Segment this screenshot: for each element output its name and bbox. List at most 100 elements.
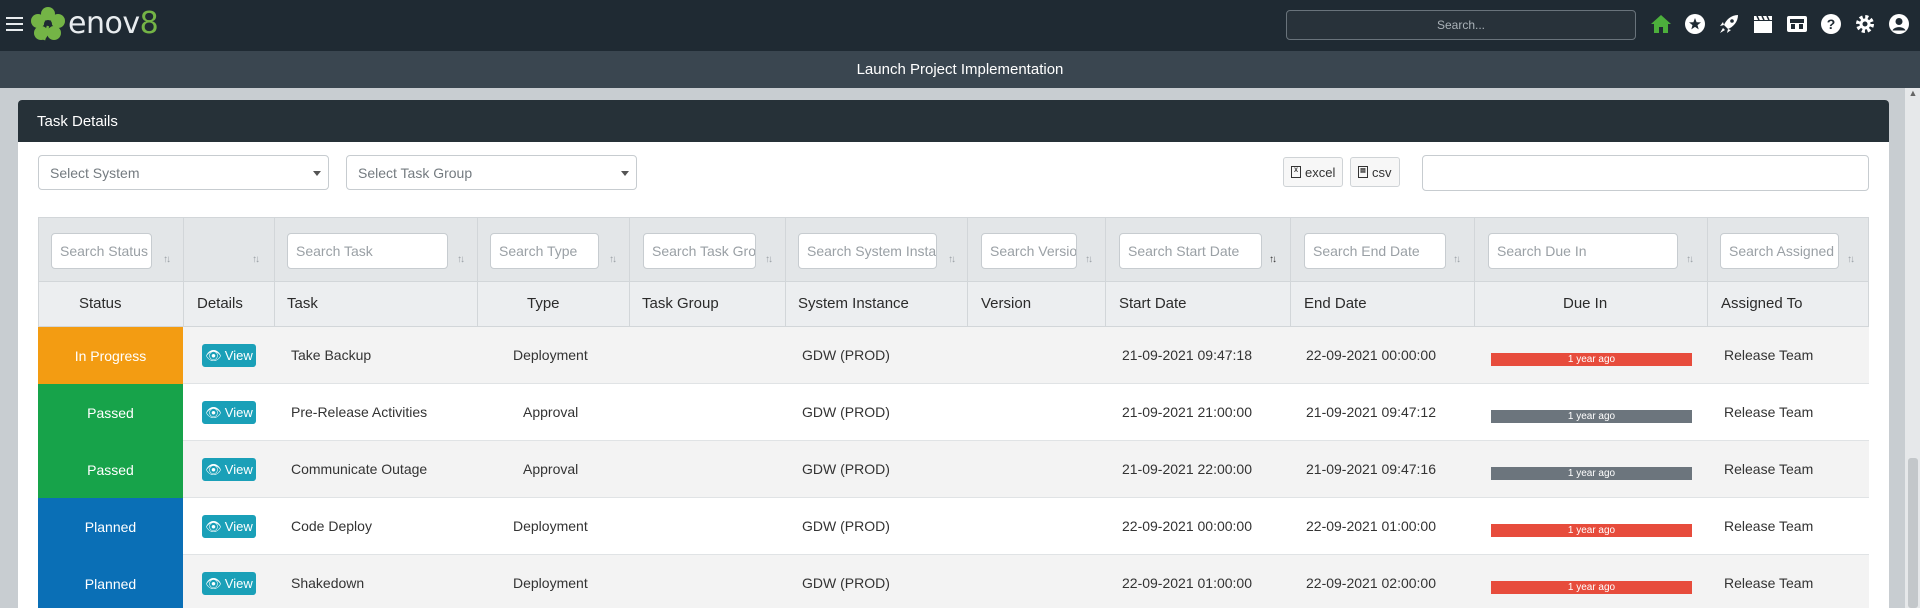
sort-icon[interactable]: ↑↓ <box>609 254 617 265</box>
eye-icon: 👁 <box>205 575 222 591</box>
search-version-input[interactable]: Search Version <box>981 233 1077 269</box>
select-system-dropdown[interactable]: Select System <box>38 155 329 190</box>
search-start-date-input[interactable]: Search Start Date <box>1119 233 1262 269</box>
logo-text-accent: 8 <box>139 6 159 41</box>
column-search-row: Search Status ↑↓ ↑↓ Search Task ↑↓ Searc… <box>38 217 1869 282</box>
search-due-in-input[interactable]: Search Due In <box>1488 233 1678 269</box>
svg-text:?: ? <box>1827 16 1836 32</box>
assigned-to-cell: Release Team <box>1724 404 1814 420</box>
page-scrollbar-thumb[interactable] <box>1908 458 1918 608</box>
type-cell: Deployment <box>513 575 588 591</box>
view-label: View <box>224 519 253 534</box>
header-end-date[interactable]: End Date <box>1304 295 1367 312</box>
search-end-date-placeholder: Search End Date <box>1313 243 1420 259</box>
sort-ascending-icon[interactable]: ↑↓ <box>1269 254 1277 265</box>
header-details[interactable]: Details <box>197 295 243 312</box>
home-icon[interactable] <box>1650 12 1672 36</box>
task-cell: Pre-Release Activities <box>291 404 428 420</box>
export-excel-label: excel <box>1305 164 1336 180</box>
status-badge: Planned <box>38 555 183 608</box>
search-task-group-placeholder: Search Task Group <box>652 243 756 259</box>
global-search-input[interactable]: Search... <box>1286 10 1636 40</box>
view-details-button[interactable]: 👁 View <box>202 344 256 367</box>
sort-icon[interactable]: ↑↓ <box>252 254 260 265</box>
table-row[interactable]: Planned 👁 View Code Deploy Deployment GDW… <box>38 498 1869 555</box>
search-version-placeholder: Search Version <box>990 243 1077 259</box>
sort-icon[interactable]: ↑↓ <box>163 254 171 265</box>
due-in-badge: 1 year ago <box>1491 581 1692 594</box>
search-assigned-to-placeholder: Search Assigned To <box>1729 243 1838 259</box>
view-details-button[interactable]: 👁 View <box>202 572 256 595</box>
header-due-in[interactable]: Due In <box>1563 295 1607 312</box>
header-task-group[interactable]: Task Group <box>642 295 719 312</box>
export-excel-button[interactable]: X excel <box>1283 157 1344 187</box>
sort-icon[interactable]: ↑↓ <box>765 254 773 265</box>
sort-icon[interactable]: ↑↓ <box>1453 254 1461 265</box>
clapperboard-icon[interactable] <box>1752 12 1774 36</box>
table-row[interactable]: Planned 👁 View Shakedown Deployment GDW (… <box>38 555 1869 608</box>
eye-icon: 👁 <box>205 404 222 420</box>
table-row[interactable]: Passed 👁 View Pre-Release Activities Appr… <box>38 384 1869 441</box>
task-cell: Code Deploy <box>291 518 372 534</box>
header-task[interactable]: Task <box>287 295 318 312</box>
scroll-up-icon[interactable]: ▲ <box>1908 88 1918 100</box>
search-system-instance-placeholder: Search System Instance <box>807 243 937 259</box>
header-system-instance[interactable]: System Instance <box>798 295 909 312</box>
search-status-input[interactable]: Search Status <box>51 233 152 269</box>
search-assigned-to-input[interactable]: Search Assigned To <box>1720 233 1839 269</box>
column-divider <box>183 217 184 327</box>
type-cell: Approval <box>523 404 579 420</box>
sort-icon[interactable]: ↑↓ <box>1085 254 1093 265</box>
header-start-date[interactable]: Start Date <box>1119 295 1187 312</box>
enov8-logo[interactable]: enov8 <box>30 6 159 42</box>
user-icon[interactable] <box>1888 12 1910 36</box>
search-end-date-input[interactable]: Search End Date <box>1304 233 1446 269</box>
start-date-cell: 21-09-2021 22:00:00 <box>1122 461 1252 477</box>
search-type-input[interactable]: Search Type <box>490 233 599 269</box>
system-instance-cell: GDW (PROD) <box>802 461 890 477</box>
table-row[interactable]: In Progress 👁 View Take Backup Deployment… <box>38 327 1869 384</box>
header-status[interactable]: Status <box>79 295 122 312</box>
id-card-icon[interactable] <box>1786 12 1808 36</box>
search-system-instance-input[interactable]: Search System Instance <box>798 233 937 269</box>
table-row[interactable]: Passed 👁 View Communicate Outage Approval… <box>38 441 1869 498</box>
view-details-button[interactable]: 👁 View <box>202 401 256 424</box>
start-date-cell: 22-09-2021 01:00:00 <box>1122 575 1252 591</box>
view-details-button[interactable]: 👁 View <box>202 458 256 481</box>
view-details-button[interactable]: 👁 View <box>202 515 256 538</box>
panel-title: Task Details <box>37 112 118 130</box>
search-task-group-input[interactable]: Search Task Group <box>643 233 756 269</box>
menu-icon[interactable] <box>6 15 23 33</box>
due-in-label: 1 year ago <box>1567 354 1616 365</box>
assigned-to-cell: Release Team <box>1724 575 1814 591</box>
export-csv-button[interactable]: ▤ csv <box>1350 157 1400 187</box>
view-label: View <box>224 405 253 420</box>
eye-icon: 👁 <box>205 347 222 363</box>
assigned-to-cell: Release Team <box>1724 461 1814 477</box>
type-cell: Deployment <box>513 518 588 534</box>
status-badge: Planned <box>38 498 183 555</box>
due-in-label: 1 year ago <box>1567 411 1616 422</box>
search-placeholder: Search... <box>1436 18 1486 32</box>
table-filter-input[interactable] <box>1422 155 1869 191</box>
sort-icon[interactable]: ↑↓ <box>1847 254 1855 265</box>
assigned-to-cell: Release Team <box>1724 518 1814 534</box>
help-icon[interactable]: ? <box>1820 12 1842 36</box>
select-task-group-dropdown[interactable]: Select Task Group <box>346 155 637 190</box>
star-icon[interactable] <box>1684 12 1706 36</box>
sort-icon[interactable]: ↑↓ <box>457 254 465 265</box>
sort-icon[interactable]: ↑↓ <box>948 254 956 265</box>
eye-icon: 👁 <box>205 461 222 477</box>
header-type[interactable]: Type <box>527 295 560 312</box>
gear-icon[interactable] <box>1854 12 1876 36</box>
due-in-label: 1 year ago <box>1567 582 1616 593</box>
rocket-icon[interactable] <box>1718 12 1740 36</box>
start-date-cell: 21-09-2021 09:47:18 <box>1122 347 1252 363</box>
header-assigned-to[interactable]: Assigned To <box>1721 295 1802 312</box>
header-version[interactable]: Version <box>981 295 1031 312</box>
select-task-group-label: Select Task Group <box>358 164 473 181</box>
search-task-input[interactable]: Search Task <box>287 233 448 269</box>
sort-icon[interactable]: ↑↓ <box>1686 254 1694 265</box>
status-badge: In Progress <box>38 327 183 384</box>
task-cell: Take Backup <box>291 347 372 363</box>
